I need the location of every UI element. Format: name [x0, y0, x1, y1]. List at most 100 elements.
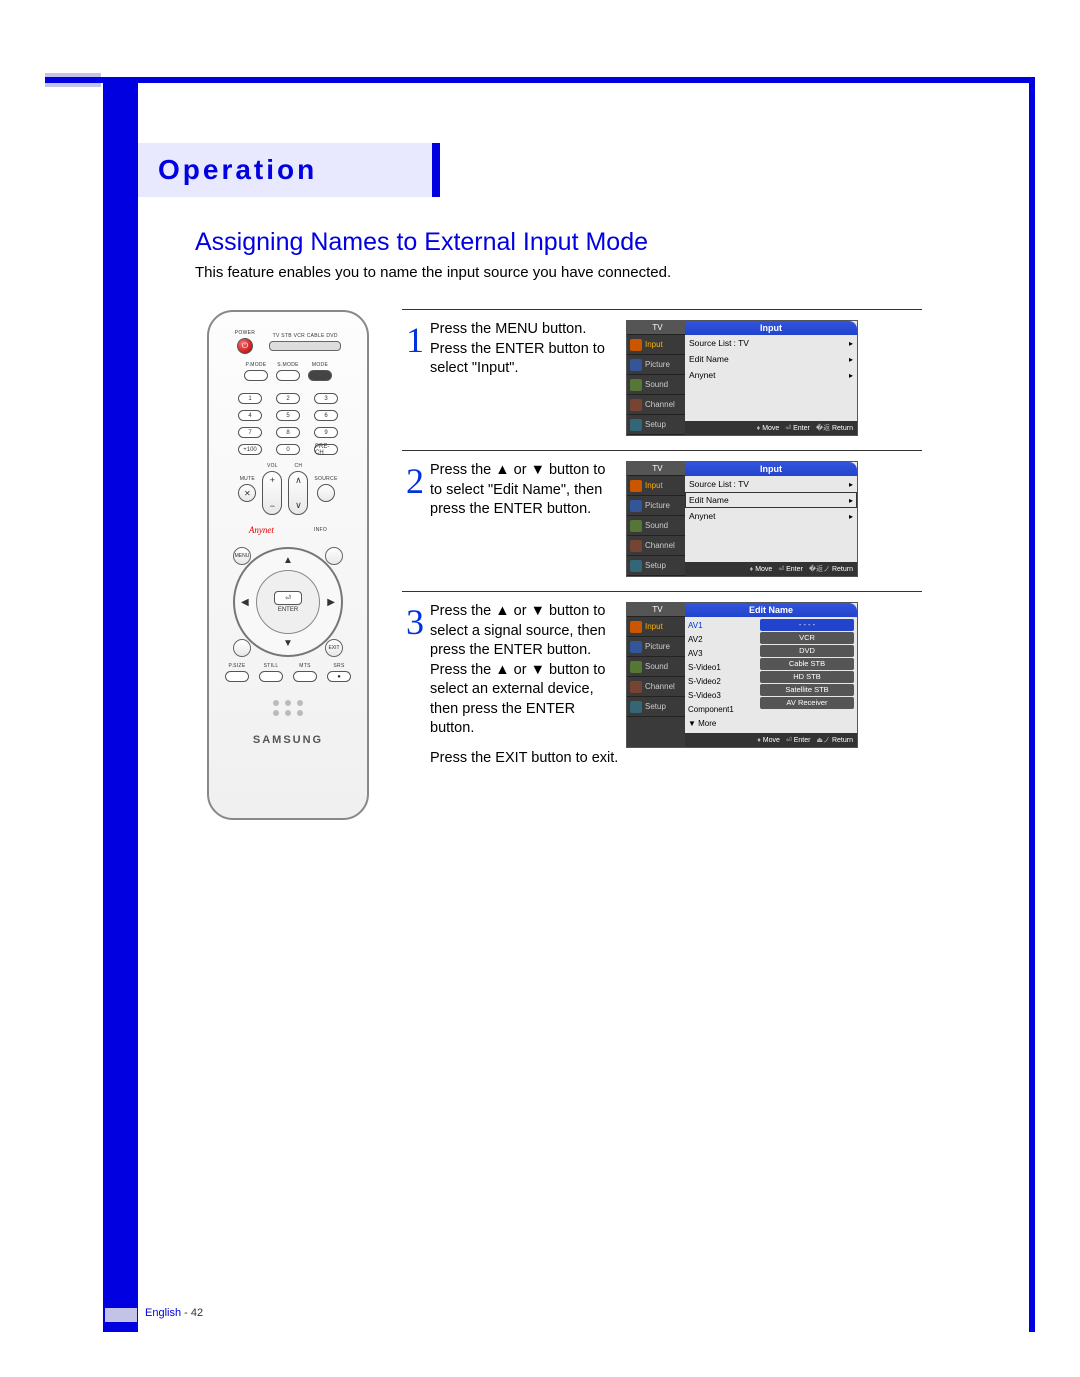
osd-tab-picture: Picture [627, 355, 685, 375]
setup-icon [630, 419, 642, 431]
osd-source-svideo2: S-Video2 [688, 675, 754, 689]
return-button [233, 639, 251, 657]
power-label: POWER [235, 330, 255, 336]
selector-labels: TV STB VCR CABLE DVD [273, 333, 338, 339]
mute-button: ✕ [238, 484, 256, 502]
remote-illustration: POWER ⏻ TV STB VCR CABLE DVD P.MODE S.MO… [207, 310, 369, 820]
osd-tab-picture: Picture [627, 637, 685, 657]
power-button: ⏻ [237, 338, 253, 354]
osd-device-cablestb: Cable STB [760, 658, 854, 670]
step-text-a: Press the ▲ or ▼ button to select a sign… [430, 602, 620, 739]
osd-footer: ♦ Move⏎ Enter�返ノ Return [685, 562, 857, 576]
down-arrow-icon: ▼ [283, 638, 293, 649]
step-number: 1 [402, 320, 428, 358]
num-8: 8 [276, 427, 300, 438]
smode-label: S.MODE [277, 362, 299, 368]
step-1: 1 Press the MENU button. Press the ENTER… [402, 310, 922, 450]
step-2: 2 Press the ▲ or ▼ button to to select "… [402, 451, 922, 591]
setup-icon [630, 701, 642, 713]
osd-item-editname-highlighted: Edit Name▸ [685, 492, 857, 508]
step-text: Press the ▲ or ▼ button to select a sign… [430, 602, 620, 779]
anynet-label: Anynet [249, 525, 274, 535]
psize-button [225, 671, 249, 682]
picture-icon [630, 359, 642, 371]
osd-source-component1: Component1 [688, 703, 754, 717]
srs-label: SRS [333, 663, 344, 669]
osd-source-list: AV1 AV2 AV3 S-Video1 S-Video2 S-Video3 C… [685, 617, 757, 733]
smode-button [276, 370, 300, 381]
vol-label: VOL [267, 463, 278, 469]
up-arrow-icon: ▲ [283, 555, 293, 566]
plus100-button: +100 [238, 444, 262, 455]
osd-tv-label: TV [627, 462, 685, 476]
dpad: MENU EXIT ▲ ▼ ◀ ▶ ⏎ ENTER [233, 547, 343, 657]
osd-tab-sound: Sound [627, 516, 685, 536]
number-pad: 1 2 3 4 5 6 7 8 9 +100 0 PRE-CH [238, 393, 338, 455]
osd-tab-sound: Sound [627, 375, 685, 395]
osd-item-anynet: Anynet▸ [685, 367, 857, 383]
mts-button [293, 671, 317, 682]
section-title: Operation [158, 154, 317, 186]
osd-source-more: ▼ More [688, 717, 754, 731]
left-blue-bar [103, 83, 138, 1332]
picture-icon [630, 641, 642, 653]
num-6: 6 [314, 410, 338, 421]
bottom-controls: P.SIZE STILL MTS SRS ● [225, 663, 351, 682]
menu-button: MENU [233, 547, 251, 565]
page-number-decor [105, 1308, 137, 1322]
osd-footer: ♦ Move⏎ Enter⏏ノ Return [685, 733, 857, 747]
num-2: 2 [276, 393, 300, 404]
info-label: INFO [314, 527, 327, 533]
source-label: SOURCE [314, 476, 337, 482]
step-3: 3 Press the ▲ or ▼ button to select a si… [402, 592, 922, 787]
device-selector [269, 341, 341, 351]
left-arrow-icon: ◀ [241, 597, 249, 608]
num-0: 0 [276, 444, 300, 455]
input-icon [630, 480, 642, 492]
dot-row-2 [273, 710, 303, 716]
step-number: 2 [402, 461, 428, 499]
osd-tab-input: Input [627, 617, 685, 637]
osd-title: Input [685, 462, 857, 476]
ch-label: CH [294, 463, 302, 469]
osd-tv-label: TV [627, 321, 685, 335]
osd-source-svideo3: S-Video3 [688, 689, 754, 703]
num-3: 3 [314, 393, 338, 404]
osd-tab-channel: Channel [627, 395, 685, 415]
num-4: 4 [238, 410, 262, 421]
still-label: STILL [264, 663, 279, 669]
mode-label: MODE [312, 362, 328, 368]
psize-label: P.SIZE [229, 663, 246, 669]
pmode-label: P.MODE [246, 362, 267, 368]
osd-device-vcr: VCR [760, 632, 854, 644]
osd-tab-picture: Picture [627, 496, 685, 516]
mts-label: MTS [299, 663, 310, 669]
osd-screenshot-3: TV Input Picture Sound Channel Setup Edi… [626, 602, 858, 748]
step-text: Press the ▲ or ▼ button to to select "Ed… [430, 461, 620, 520]
step-number: 3 [402, 602, 428, 640]
osd-item-sourcelist: Source List: TV▸ [685, 335, 857, 351]
input-icon [630, 339, 642, 351]
osd-source-svideo1: S-Video1 [688, 661, 754, 675]
osd-device-dvd: DVD [760, 645, 854, 657]
picture-icon [630, 500, 642, 512]
osd-title: Input [685, 321, 857, 335]
dot-row-1 [273, 700, 303, 706]
osd-source-av1: AV1 [688, 619, 754, 633]
osd-title: Edit Name [685, 603, 857, 617]
osd-source-av2: AV2 [688, 633, 754, 647]
pmode-button [244, 370, 268, 381]
osd-tab-sound: Sound [627, 657, 685, 677]
mute-label: MUTE [240, 476, 255, 482]
osd-tab-setup: Setup [627, 415, 685, 435]
enter-key-icon: ⏎ [274, 591, 302, 605]
num-1: 1 [238, 393, 262, 404]
srs-button: ● [327, 671, 351, 682]
mode-button [308, 370, 332, 381]
brand-logo: SAMSUNG [253, 734, 323, 746]
osd-footer: ♦ Move⏎ Enter�返 Return [685, 421, 857, 435]
setup-icon [630, 560, 642, 572]
source-button [317, 484, 335, 502]
num-7: 7 [238, 427, 262, 438]
caption-button [325, 547, 343, 565]
